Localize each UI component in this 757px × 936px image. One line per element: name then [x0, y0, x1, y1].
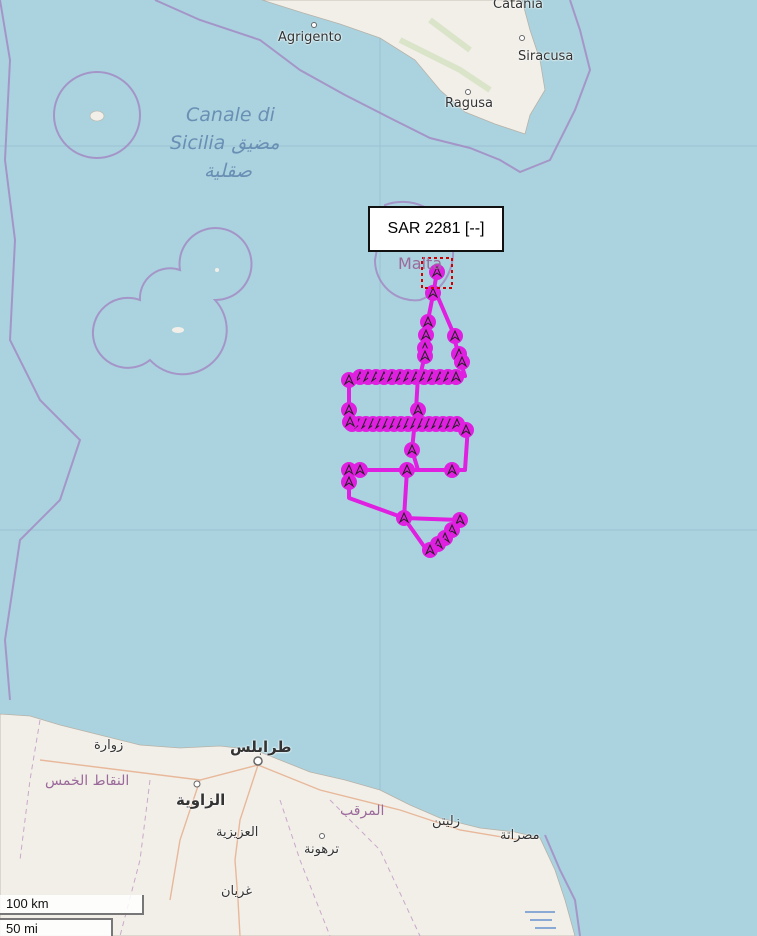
track-marker[interactable] [352, 462, 368, 478]
track-marker[interactable] [342, 414, 358, 430]
track-marker[interactable] [410, 402, 426, 418]
label-siracusa: Siracusa [518, 49, 574, 64]
track-marker[interactable] [454, 354, 470, 370]
sar-track-path [347, 270, 470, 554]
label-canale-line1: Canale di [186, 104, 275, 126]
label-gharyan: غريان [221, 884, 253, 899]
track-marker[interactable] [341, 372, 357, 388]
label-aziziya: العزيزية [216, 825, 259, 840]
track-marker[interactable] [341, 474, 357, 490]
track-marker[interactable] [422, 542, 438, 558]
track-marker[interactable] [399, 462, 415, 478]
track-marker[interactable] [447, 328, 463, 344]
label-zliten: زليتن [432, 814, 460, 829]
scale-bar-km: 100 km [0, 895, 144, 915]
sar-track-layer [341, 257, 474, 558]
vessel-tooltip: SAR 2281 [--] [368, 206, 504, 252]
label-misrata: مصراتة [500, 828, 540, 843]
label-canale-line3: صقلية [204, 160, 252, 182]
label-canale-line2: Sicilia مضيق [170, 132, 280, 154]
track-marker[interactable] [396, 510, 412, 526]
label-zawiya: الزاوية [176, 791, 226, 809]
sar-track-markers [341, 264, 474, 558]
label-tripoli: طرابلس [230, 738, 292, 756]
label-nuqat: النقاط الخمس [45, 773, 130, 789]
label-ragusa: Ragusa [445, 96, 493, 111]
scale-bar-mi: 50 mi [0, 918, 113, 936]
track-marker[interactable] [458, 422, 474, 438]
label-catania: Catania [493, 0, 543, 12]
label-malta: Malta [398, 254, 443, 273]
map-view[interactable]: Catania Agrigento Siracusa Ragusa Canale… [0, 0, 757, 936]
label-tarhuna: ترهونة [304, 842, 339, 857]
label-zuwara: زوارة [94, 738, 124, 753]
label-murqub: المرقب [340, 803, 385, 819]
track-marker[interactable] [448, 369, 464, 385]
track-marker[interactable] [444, 462, 460, 478]
track-marker[interactable] [404, 442, 420, 458]
track-marker[interactable] [417, 348, 433, 364]
label-agrigento: Agrigento [278, 30, 342, 45]
